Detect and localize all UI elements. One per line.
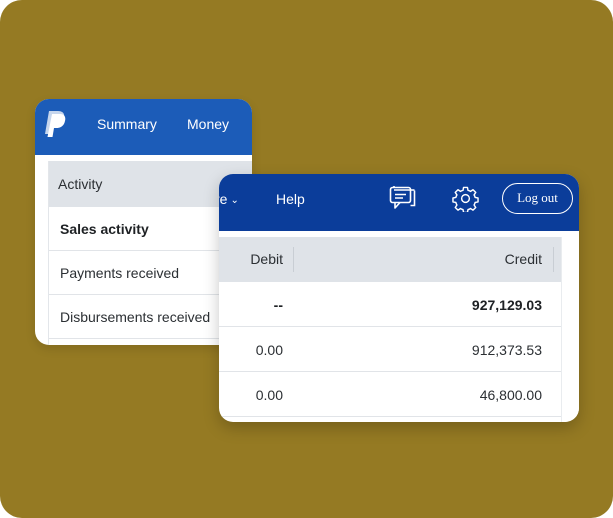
table-header-row: Debit Credit xyxy=(219,237,561,282)
nav-summary-link[interactable]: Summary xyxy=(97,116,157,132)
debit-cell: -- xyxy=(273,297,283,313)
table-row: 0.00 46,800.00 xyxy=(219,372,561,417)
nav-more-dropdown[interactable]: re⌄ xyxy=(219,191,239,207)
column-header-credit[interactable]: Credit xyxy=(505,251,542,267)
gear-icon[interactable] xyxy=(452,185,479,212)
paypal-logo-icon[interactable] xyxy=(42,110,66,138)
logout-button[interactable]: Log out xyxy=(502,183,573,214)
menu-item-label: Sales activity xyxy=(60,221,149,237)
menu-header-label: Activity xyxy=(58,176,103,192)
table-scroll-edge xyxy=(561,237,579,422)
debit-cell: 0.00 xyxy=(255,387,283,403)
credit-cell: 46,800.00 xyxy=(479,387,542,403)
debit-cell: 0.00 xyxy=(255,342,283,358)
chevron-down-icon: ⌄ xyxy=(230,195,239,206)
top-nav-bar: Summary Money xyxy=(35,99,252,155)
credit-cell: 912,373.53 xyxy=(471,342,542,358)
nav-money-link[interactable]: Money xyxy=(187,116,229,132)
nav-help-link[interactable]: Help xyxy=(276,191,305,207)
credit-cell: 927,129.03 xyxy=(471,297,542,313)
background-canvas: Summary Money Activity Sales activity Pa… xyxy=(0,0,613,518)
column-divider xyxy=(293,247,294,272)
menu-item-label: Payments received xyxy=(60,265,180,281)
nav-more-label: re xyxy=(219,191,228,207)
table-row: 0.00 912,373.53 xyxy=(219,327,561,372)
top-nav-bar: re⌄ Help Log out xyxy=(219,174,579,231)
transactions-table-card: re⌄ Help Log out Debit Credit - xyxy=(219,174,579,422)
message-center-icon[interactable] xyxy=(389,186,416,211)
column-divider xyxy=(553,247,554,272)
column-header-debit[interactable]: Debit xyxy=(250,251,283,267)
menu-item-label: Disbursements received xyxy=(60,309,211,325)
table-row: -- 927,129.03 xyxy=(219,282,561,327)
